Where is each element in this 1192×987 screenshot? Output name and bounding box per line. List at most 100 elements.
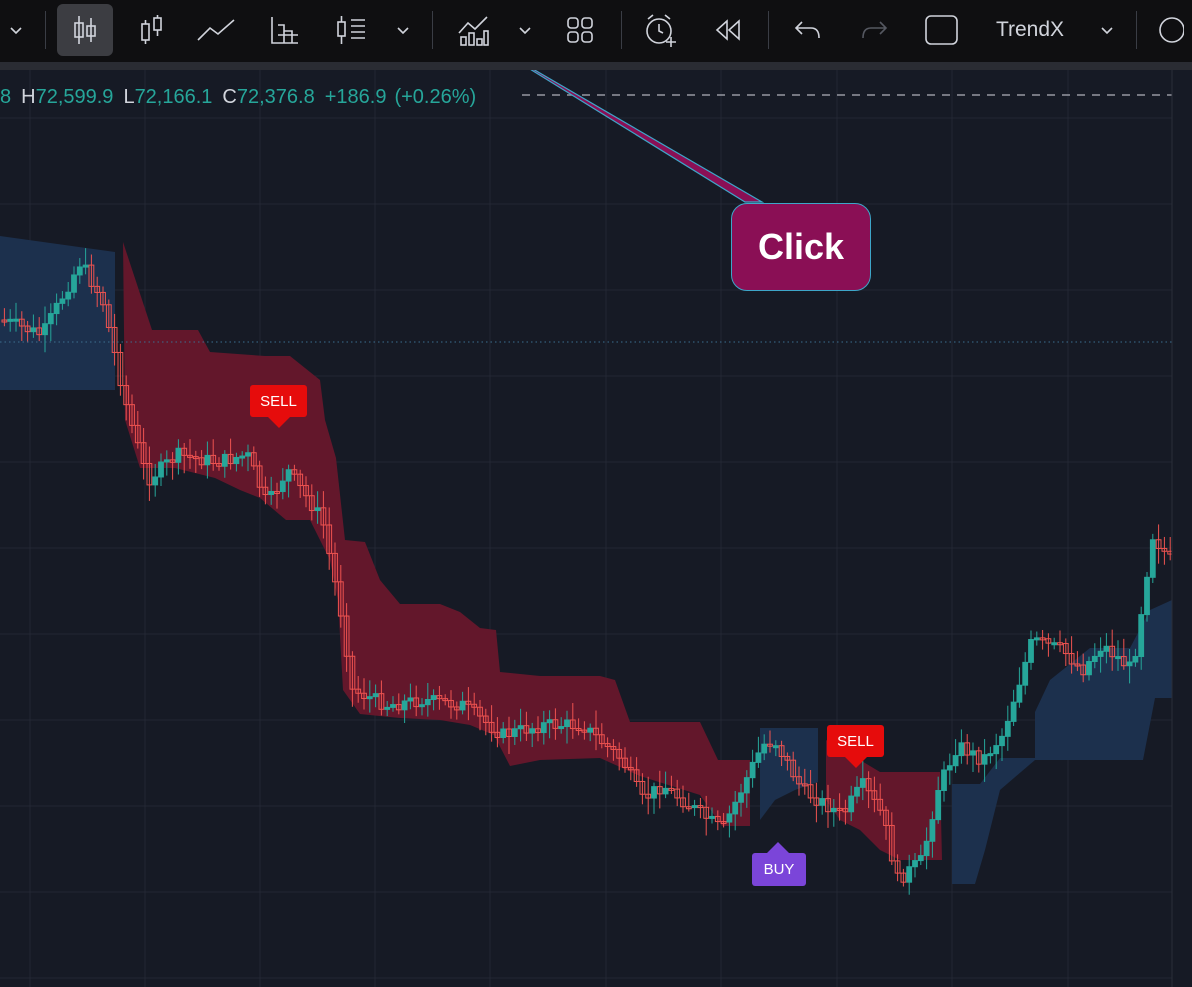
sell-signal-label: SELL: [250, 385, 307, 417]
candle-body: [517, 725, 524, 730]
candle-body: [1126, 661, 1133, 667]
low-value: 72,166.1: [134, 86, 213, 108]
line-icon[interactable]: [192, 4, 240, 56]
candle-body: [819, 798, 826, 806]
sell-signal-text: SELL: [837, 732, 874, 750]
candle-body: [755, 752, 762, 763]
bars-icon[interactable]: [128, 4, 176, 56]
toolbar-divider: [621, 11, 622, 49]
undo-icon[interactable]: [786, 4, 830, 56]
candle-body: [987, 753, 994, 757]
candle-body: [1004, 720, 1011, 737]
sell-signal-label: SELL: [827, 725, 884, 757]
candle-body: [941, 769, 947, 792]
candle-body: [233, 456, 240, 465]
candle-body: [152, 476, 159, 486]
candle-body: [82, 264, 89, 268]
candle-body: [952, 755, 959, 767]
chart-grid: [0, 70, 1172, 987]
candle-body: [1022, 661, 1029, 686]
bear-band: [123, 242, 750, 826]
low-label: L: [123, 86, 135, 108]
click-callout: Click: [731, 203, 871, 291]
candle-body: [970, 750, 976, 756]
callout-text: Click: [757, 226, 845, 267]
candle-body: [204, 454, 211, 466]
indicator-selector[interactable]: TrendX: [984, 4, 1076, 56]
candle-body: [859, 778, 866, 788]
candle-body: [175, 447, 182, 463]
indicators-icon[interactable]: [450, 4, 496, 56]
redo-icon[interactable]: [852, 4, 896, 56]
clock-icon[interactable]: [1154, 4, 1192, 56]
candle-body: [929, 819, 936, 842]
candles-icon[interactable]: [57, 4, 113, 56]
candle-body: [999, 735, 1005, 747]
baseline-icon[interactable]: [326, 4, 376, 56]
candle-body: [245, 452, 251, 457]
candle-body: [53, 302, 60, 315]
layout-icon[interactable]: [558, 4, 602, 56]
candle-body: [7, 318, 14, 322]
candle-body: [1149, 539, 1156, 578]
candle-body: [42, 323, 48, 336]
chevron-down-icon[interactable]: [390, 4, 416, 56]
close-value: 72,376.8: [236, 86, 315, 108]
candle-body: [743, 777, 750, 794]
candle-body: [390, 704, 396, 708]
candle-body: [511, 728, 518, 737]
fullscreen-icon[interactable]: [918, 4, 964, 56]
candle-body: [854, 786, 860, 797]
candle-body: [981, 754, 988, 765]
candle-body: [372, 693, 379, 698]
chevron-down-icon[interactable]: [2, 4, 30, 56]
toolbar-divider: [1136, 11, 1137, 49]
alert-icon[interactable]: [638, 4, 684, 56]
candle-body: [917, 855, 924, 862]
candle-body: [239, 455, 246, 459]
chevron-down-icon[interactable]: [1093, 4, 1121, 56]
candle-body: [459, 700, 466, 711]
candle-body: [221, 453, 228, 467]
candle-body: [958, 742, 965, 757]
replay-icon[interactable]: [706, 4, 750, 56]
close-label: C: [222, 86, 237, 108]
candle-body: [384, 706, 391, 710]
candle-body: [163, 459, 170, 463]
candle-body: [1033, 637, 1040, 641]
candle-body: [1115, 656, 1121, 660]
candle-body: [1028, 639, 1034, 663]
candle-body: [946, 765, 953, 771]
sell-signal-text: SELL: [260, 392, 297, 410]
candle-body: [772, 745, 779, 749]
toolbar-divider: [768, 11, 769, 49]
candle-body: [1138, 614, 1145, 658]
candle-body: [923, 840, 930, 857]
candle-body: [935, 790, 942, 821]
price-scale: [1172, 70, 1192, 987]
candle-body: [1016, 684, 1023, 703]
candle-body: [76, 266, 83, 276]
candle-body: [691, 805, 698, 809]
candle-body: [1144, 576, 1150, 616]
candle-body: [1103, 645, 1110, 652]
candle-body: [993, 745, 1000, 755]
candle-body: [662, 787, 669, 795]
chevron-down-icon[interactable]: [512, 4, 538, 56]
candle-body: [906, 866, 913, 883]
price-chart[interactable]: [0, 70, 1192, 987]
columns-icon[interactable]: [260, 4, 308, 56]
candle-body: [500, 728, 507, 738]
indicator-name: TrendX: [995, 18, 1065, 41]
candle-body: [158, 461, 164, 478]
ohlc-legend: 8 H 72,599.9 L 72,166.1 C 72,376.8 +186.…: [0, 86, 476, 110]
buy-signal-label: BUY: [752, 853, 806, 886]
trend-bands: [0, 236, 1172, 884]
candle-body: [65, 291, 72, 300]
candle-body: [564, 719, 570, 728]
candle-body: [1051, 642, 1058, 646]
top-toolbar: TrendX: [0, 0, 1192, 62]
toolbar-divider: [45, 11, 46, 49]
candle-body: [47, 313, 54, 325]
candle-body: [651, 786, 657, 799]
